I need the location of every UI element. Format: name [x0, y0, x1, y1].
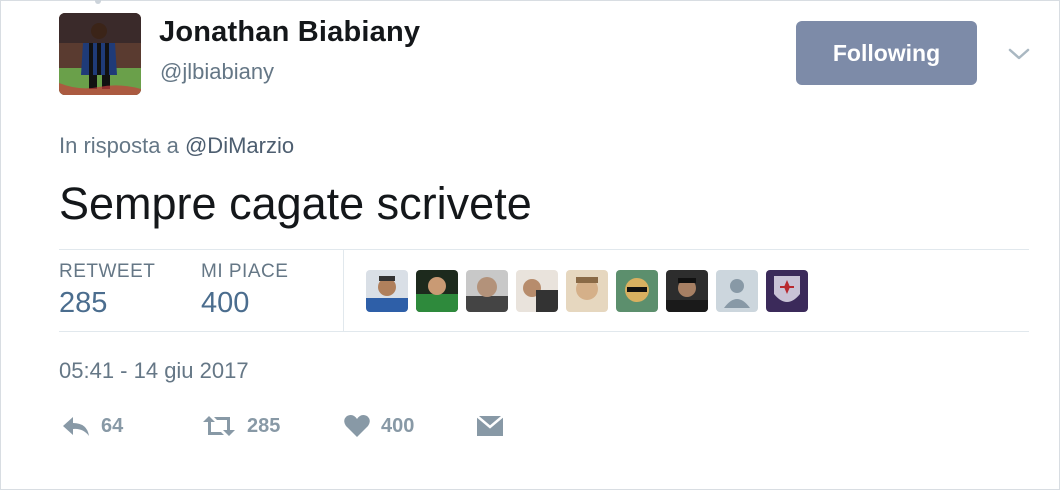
following-button[interactable]: Following — [796, 21, 977, 85]
author-avatar[interactable] — [59, 13, 141, 95]
retweet-stat-label[interactable]: RETWEET — [59, 261, 155, 283]
likes-stat-count[interactable]: 400 — [201, 287, 249, 320]
reply-prefix: In risposta a — [59, 133, 179, 158]
reply-mention-link[interactable]: @DiMarzio — [185, 133, 294, 158]
liker-avatar[interactable] — [516, 270, 558, 312]
liker-avatar[interactable] — [666, 270, 708, 312]
reply-context: In risposta a @DiMarzio — [59, 133, 294, 159]
author-handle[interactable]: @jlbiabiany — [160, 59, 274, 85]
retweet-action[interactable]: 285 — [201, 414, 280, 438]
likes-stat-label[interactable]: MI PIACE — [201, 261, 288, 283]
heart-icon — [344, 415, 370, 437]
retweet-stat-count[interactable]: 285 — [59, 287, 107, 320]
reply-icon — [63, 417, 89, 436]
reply-count: 64 — [101, 414, 124, 437]
envelope-icon — [476, 415, 504, 436]
liker-avatar[interactable] — [366, 270, 408, 312]
liker-avatar[interactable] — [416, 270, 458, 312]
default-egg-avatar[interactable] — [716, 270, 758, 312]
retweet-count: 285 — [247, 414, 281, 437]
divider — [59, 331, 1029, 332]
tweet-text: Sempre cagate scrivete — [59, 178, 532, 229]
liker-avatar[interactable] — [566, 270, 608, 312]
direct-message-action[interactable] — [476, 414, 504, 438]
tweet-timestamp[interactable]: 05:41 - 14 giu 2017 — [59, 358, 249, 384]
like-action[interactable]: 400 — [343, 414, 414, 438]
divider — [59, 249, 1029, 250]
liker-avatar[interactable] — [466, 270, 508, 312]
chevron-down-icon[interactable] — [1007, 46, 1031, 62]
retweet-icon — [203, 416, 235, 436]
author-name[interactable]: Jonathan Biabiany — [159, 16, 420, 49]
fiorentina-logo-avatar[interactable] — [766, 270, 808, 312]
liker-avatar[interactable] — [616, 270, 658, 312]
stats-divider — [343, 250, 344, 331]
reply-action[interactable]: 64 — [61, 414, 123, 438]
like-count: 400 — [381, 414, 415, 437]
